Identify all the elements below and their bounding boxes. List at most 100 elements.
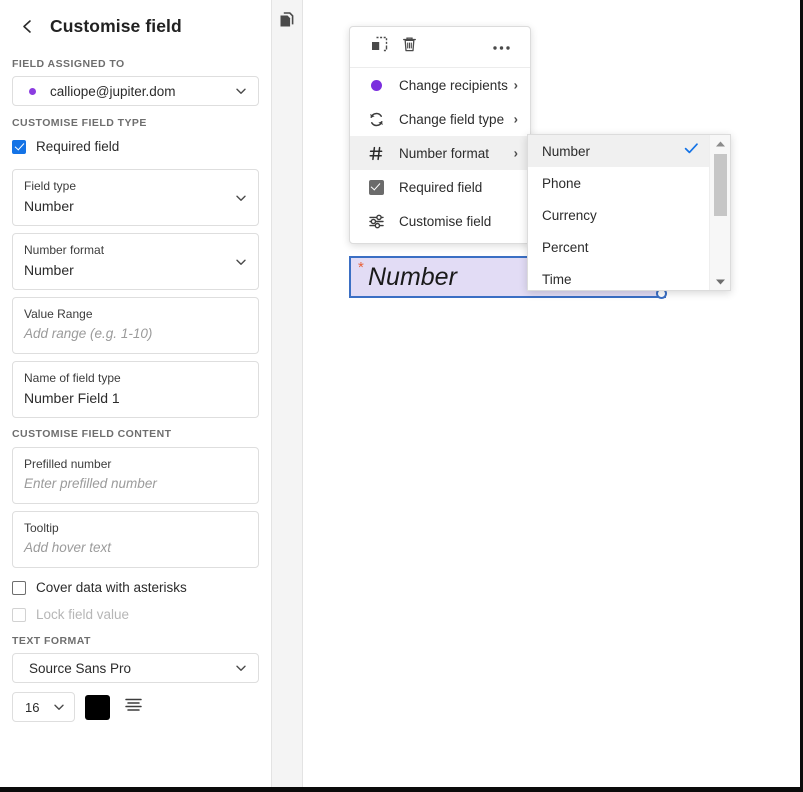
font-size-value: 16 bbox=[25, 700, 39, 715]
page-title: Customise field bbox=[50, 16, 182, 37]
recipient-dot-icon bbox=[367, 76, 385, 94]
field-type-select[interactable]: Field type Number bbox=[12, 169, 259, 226]
number-format-value: Number bbox=[24, 260, 247, 280]
menu-item-label: Required field bbox=[399, 180, 482, 195]
prefilled-number-input[interactable]: Prefilled number Enter prefilled number bbox=[12, 447, 259, 504]
context-menu-toolbar bbox=[350, 27, 530, 68]
field-type-value: Number bbox=[24, 196, 247, 216]
tooltip-input[interactable]: Tooltip Add hover text bbox=[12, 511, 259, 568]
chevron-right-icon: › bbox=[514, 78, 518, 93]
number-format-options-list: Number Phone Currency Percent Time bbox=[528, 135, 711, 290]
required-field-checkbox-row[interactable]: Required field bbox=[12, 139, 271, 154]
menu-item-change-recipients[interactable]: Change recipients › bbox=[350, 68, 530, 102]
value-range-label: Value Range bbox=[24, 306, 247, 322]
submenu-option-label: Number bbox=[542, 144, 590, 159]
text-align-button[interactable] bbox=[120, 694, 146, 720]
tooltip-label: Tooltip bbox=[24, 520, 247, 536]
duplicate-pages-icon bbox=[277, 11, 297, 36]
trash-icon bbox=[400, 35, 419, 59]
duplicate-field-icon bbox=[370, 35, 389, 59]
font-family-value: Source Sans Pro bbox=[29, 661, 131, 676]
chevron-down-icon bbox=[234, 84, 248, 98]
chevron-right-icon: › bbox=[514, 112, 518, 127]
submenu-option-label: Currency bbox=[542, 208, 597, 223]
submenu-option-label: Percent bbox=[542, 240, 589, 255]
delete-field-button[interactable] bbox=[394, 32, 424, 62]
assignee-email: calliope@jupiter.dom bbox=[50, 84, 176, 99]
submenu-option-currency[interactable]: Currency bbox=[528, 199, 711, 231]
required-marker: * bbox=[358, 260, 364, 275]
customise-field-sidebar: Customise field FIELD ASSIGNED TO callio… bbox=[0, 0, 272, 787]
section-label-customise-field-content: CUSTOMISE FIELD CONTENT bbox=[0, 428, 271, 440]
menu-item-label: Change recipients bbox=[399, 78, 508, 93]
checkbox-checked-icon[interactable] bbox=[367, 178, 385, 196]
field-context-menu: Change recipients › Change field type › bbox=[349, 26, 531, 244]
chevron-down-icon[interactable] bbox=[234, 255, 248, 269]
submenu-option-phone[interactable]: Phone bbox=[528, 167, 711, 199]
number-format-label: Number format bbox=[24, 242, 247, 258]
submenu-scrollbar[interactable] bbox=[709, 135, 730, 290]
page-thumbnails-panel bbox=[272, 0, 303, 787]
section-label-text-format: TEXT FORMAT bbox=[0, 635, 271, 647]
lock-field-value-label: Lock field value bbox=[36, 607, 129, 622]
checkbox-disabled-icon bbox=[12, 608, 26, 622]
number-format-select[interactable]: Number format Number bbox=[12, 233, 259, 290]
name-of-field-type-value: Number Field 1 bbox=[24, 388, 247, 408]
font-size-select[interactable]: 16 bbox=[12, 692, 75, 722]
menu-item-required-field[interactable]: Required field bbox=[350, 170, 530, 204]
name-of-field-type-input[interactable]: Name of field type Number Field 1 bbox=[12, 361, 259, 418]
menu-item-customise-field[interactable]: Customise field bbox=[350, 204, 530, 238]
number-form-field-text: Number bbox=[368, 263, 457, 292]
menu-item-label: Customise field bbox=[399, 214, 491, 229]
check-icon bbox=[684, 142, 699, 160]
duplicate-pages-button[interactable] bbox=[276, 12, 298, 34]
prefilled-number-label: Prefilled number bbox=[24, 456, 247, 472]
more-options-icon bbox=[492, 38, 511, 56]
submenu-option-label: Phone bbox=[542, 176, 581, 191]
font-family-select[interactable]: Source Sans Pro bbox=[12, 653, 259, 683]
more-options-button[interactable] bbox=[486, 32, 516, 62]
menu-item-change-field-type[interactable]: Change field type › bbox=[350, 102, 530, 136]
back-button[interactable] bbox=[14, 14, 40, 40]
submenu-option-label: Time bbox=[542, 272, 572, 287]
field-type-label: Field type bbox=[24, 178, 247, 194]
name-of-field-type-label: Name of field type bbox=[24, 370, 247, 386]
checkbox-checked-icon[interactable] bbox=[12, 140, 26, 154]
scrollbar-thumb[interactable] bbox=[714, 154, 727, 216]
value-range-placeholder: Add range (e.g. 1-10) bbox=[24, 324, 247, 344]
section-label-field-assigned-to: FIELD ASSIGNED TO bbox=[0, 58, 271, 70]
cover-asterisks-checkbox-row[interactable]: Cover data with asterisks bbox=[12, 580, 271, 595]
tooltip-placeholder: Add hover text bbox=[24, 538, 247, 558]
refresh-icon bbox=[367, 110, 385, 128]
text-align-icon bbox=[124, 697, 143, 717]
chevron-left-icon bbox=[19, 18, 36, 35]
chevron-down-icon[interactable] bbox=[52, 700, 66, 714]
chevron-down-icon[interactable] bbox=[234, 661, 248, 675]
app-window: Customise field FIELD ASSIGNED TO callio… bbox=[0, 0, 803, 792]
sidebar-header: Customise field bbox=[0, 0, 271, 44]
submenu-option-number[interactable]: Number bbox=[528, 135, 711, 167]
cover-asterisks-label: Cover data with asterisks bbox=[36, 580, 187, 595]
sidebar-body: FIELD ASSIGNED TO calliope@jupiter.dom C… bbox=[0, 58, 271, 722]
submenu-option-percent[interactable]: Percent bbox=[528, 231, 711, 263]
assignee-select[interactable]: calliope@jupiter.dom bbox=[12, 76, 259, 106]
number-format-submenu: Number Phone Currency Percent Time bbox=[527, 134, 731, 291]
font-color-swatch[interactable] bbox=[85, 695, 110, 720]
scroll-up-arrow-icon[interactable] bbox=[710, 135, 731, 152]
submenu-option-time[interactable]: Time bbox=[528, 263, 711, 291]
sliders-icon bbox=[367, 212, 385, 230]
checkbox-unchecked-icon[interactable] bbox=[12, 581, 26, 595]
menu-item-label: Number format bbox=[399, 146, 489, 161]
chevron-down-icon[interactable] bbox=[234, 191, 248, 205]
required-field-label: Required field bbox=[36, 139, 119, 154]
hash-icon bbox=[367, 144, 385, 162]
section-label-customise-field-type: CUSTOMISE FIELD TYPE bbox=[0, 117, 271, 129]
scroll-down-arrow-icon[interactable] bbox=[710, 273, 731, 290]
value-range-input[interactable]: Value Range Add range (e.g. 1-10) bbox=[12, 297, 259, 354]
recipient-dot-icon bbox=[29, 88, 36, 95]
prefilled-number-placeholder: Enter prefilled number bbox=[24, 474, 247, 494]
menu-item-number-format[interactable]: Number format › bbox=[350, 136, 530, 170]
chevron-right-icon: › bbox=[514, 146, 518, 161]
text-format-toolbar: 16 bbox=[12, 692, 271, 722]
duplicate-field-button[interactable] bbox=[364, 32, 394, 62]
